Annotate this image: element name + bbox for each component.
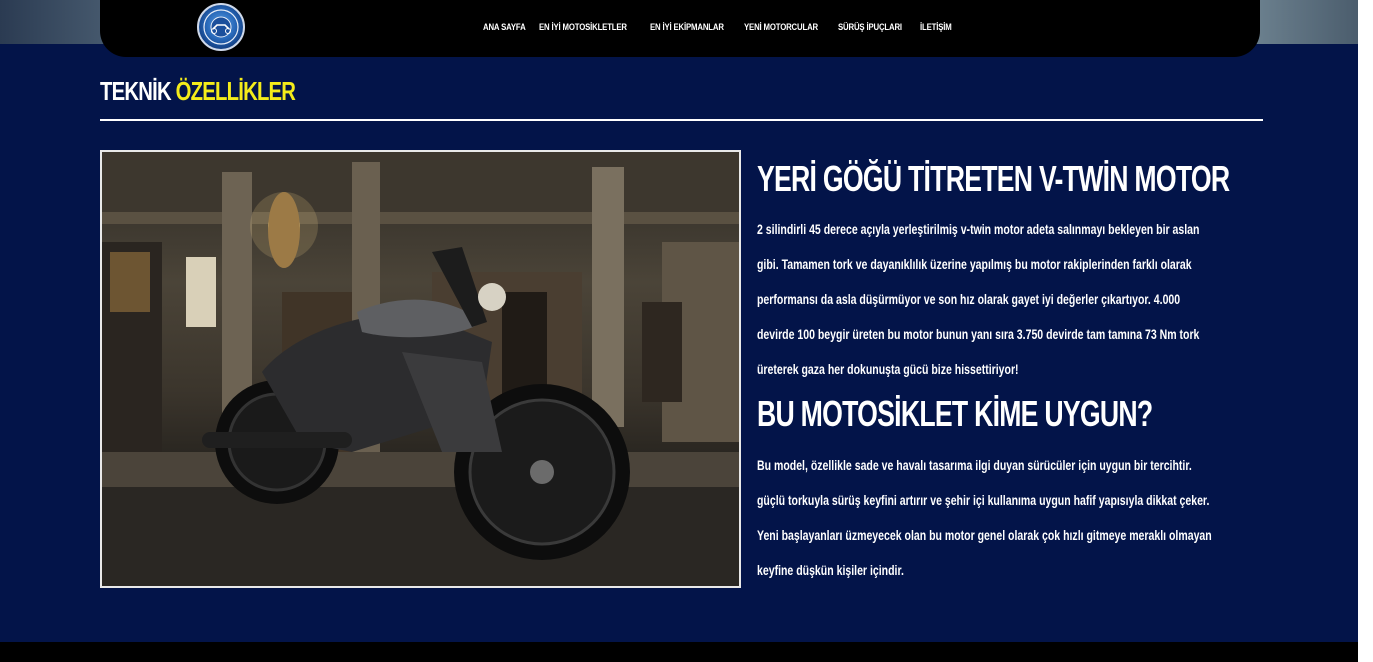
footer (0, 642, 1358, 662)
section-title: TEKNİK ÖZELLİKLER (100, 76, 296, 107)
paragraph-engine-description: 2 silindirli 45 derece açıyla yerleştiri… (757, 212, 1199, 387)
page: ANA SAYFA EN İYİ MOTOSİKLETLER EN İYİ EK… (0, 0, 1358, 662)
nav-links: ANA SAYFA EN İYİ MOTOSİKLETLER EN İYİ EK… (483, 0, 952, 54)
section-title-yellow: ÖZELLİKLER (175, 76, 296, 106)
paragraph-line: devirde 100 beygir üreten bu motor bunun… (757, 327, 1200, 342)
nav-link-contact[interactable]: İLETİŞİM (920, 22, 952, 33)
heading-target-audience: BU MOTOSİKLET KİME UYGUN? (757, 393, 1153, 434)
nav-link-new-riders[interactable]: YENİ MOTORCULAR (744, 22, 818, 33)
paragraph-audience-description: Bu model, özellikle sade ve havalı tasar… (757, 448, 1212, 588)
section-divider (100, 119, 1263, 121)
paragraph-line: Yeni başlayanları üzmeyecek olan bu moto… (757, 528, 1212, 543)
motorcycle-photo (100, 150, 741, 588)
paragraph-line: performansı da asla düşürmüyor ve son hı… (757, 292, 1181, 307)
nav-link-riding-tips[interactable]: SÜRÜŞ İPUÇLARI (838, 22, 902, 33)
nav-link-best-motorcycles[interactable]: EN İYİ MOTOSİKLETLER (539, 22, 627, 33)
nav-link-home[interactable]: ANA SAYFA (483, 22, 526, 33)
paragraph-line: güçlü torkuyla sürüş keyfini artırır ve … (757, 493, 1210, 508)
paragraph-line: üreterek gaza her dokunuşta gücü bize hi… (757, 362, 1019, 377)
nav-link-best-equipment[interactable]: EN İYİ EKİPMANLAR (650, 22, 724, 33)
paragraph-line: 2 silindirli 45 derece açıyla yerleştiri… (757, 222, 1200, 237)
club-logo-icon[interactable] (197, 3, 245, 51)
section-title-white: TEKNİK (100, 76, 176, 106)
navbar: ANA SAYFA EN İYİ MOTOSİKLETLER EN İYİ EK… (100, 0, 1260, 57)
paragraph-line: gibi. Tamamen tork ve dayanıklılık üzeri… (757, 257, 1192, 272)
paragraph-line: Bu model, özellikle sade ve havalı tasar… (757, 458, 1192, 473)
heading-vtwin-engine: YERİ GÖĞÜ TİTRETEN V-TWİN MOTOR (757, 158, 1230, 199)
paragraph-line: keyfine düşkün kişiler içindir. (757, 563, 904, 578)
